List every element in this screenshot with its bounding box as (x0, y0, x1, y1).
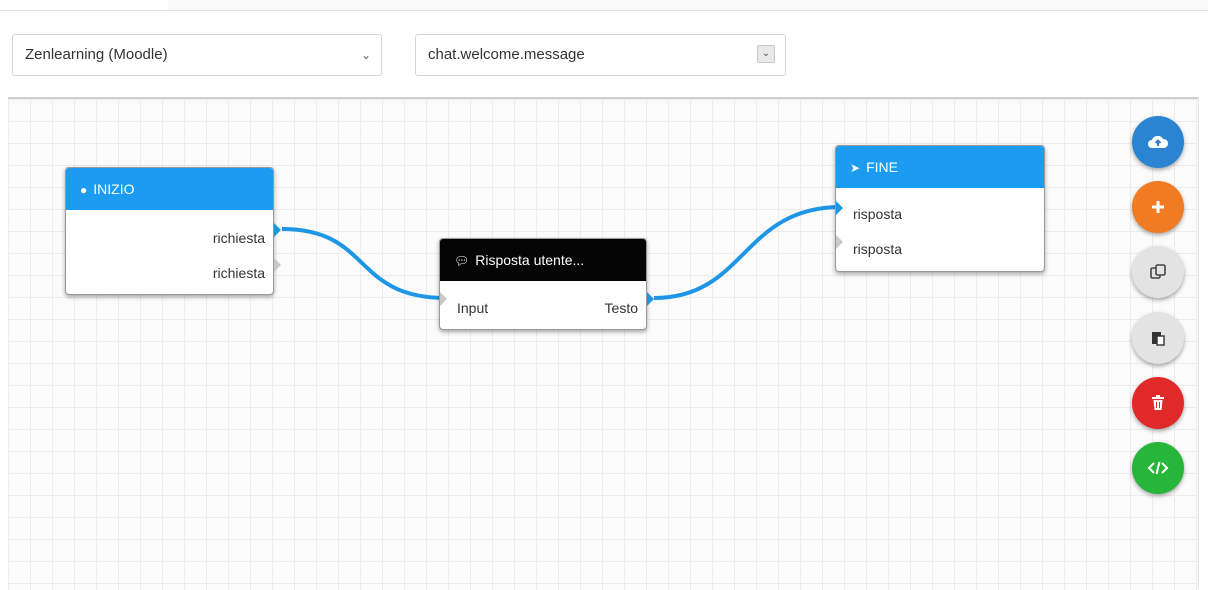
node-end[interactable]: ➤ FINE risposta risposta (835, 145, 1045, 272)
copy-icon (1150, 263, 1166, 279)
chat-bubble-icon: 💬︎ (454, 254, 470, 269)
output-port-connector[interactable] (274, 258, 281, 272)
output-port-label: richiesta (212, 265, 265, 281)
input-port-connector[interactable] (836, 235, 843, 249)
cloud-upload-icon (1148, 135, 1169, 148)
paste-button[interactable] (1132, 312, 1184, 364)
input-port-label: Input (457, 300, 489, 316)
code-icon (1147, 461, 1169, 475)
wire-reply-to-end (653, 205, 842, 300)
output-port-connector[interactable] (274, 223, 281, 237)
input-port-label: risposta (853, 206, 903, 222)
node-end-title: FINE (866, 159, 898, 175)
node-start-title: INIZIO (93, 181, 135, 197)
node-reply-title: Risposta utente... (475, 252, 585, 268)
paper-plane-icon: ➤ (850, 161, 861, 176)
wire-start-to-reply (281, 227, 447, 300)
node-end-header[interactable]: ➤ FINE (836, 146, 1044, 188)
node-start[interactable]: ● INIZIO richiesta richiesta (65, 167, 281, 295)
code-button[interactable] (1132, 442, 1184, 494)
output-port-label: richiesta (212, 230, 265, 246)
node-start-header[interactable]: ● INIZIO (66, 168, 273, 210)
plus-icon (1152, 200, 1164, 213)
node-reply[interactable]: 💬︎ Risposta utente... Input Testo (439, 238, 654, 330)
input-port-connector[interactable] (440, 292, 447, 306)
delete-button[interactable] (1132, 377, 1184, 429)
node-reply-header[interactable]: 💬︎ Risposta utente... (440, 239, 646, 281)
chat-bubble-icon: ● (80, 183, 88, 198)
trash-icon (1152, 394, 1164, 410)
output-port-label: Testo (604, 300, 638, 316)
add-button[interactable] (1132, 181, 1184, 233)
input-port-label: risposta (853, 241, 903, 257)
copy-button[interactable] (1132, 246, 1184, 298)
paste-icon (1152, 331, 1165, 346)
input-port-connector[interactable] (836, 201, 843, 215)
upload-button[interactable] (1132, 116, 1184, 168)
output-port-connector[interactable] (647, 292, 654, 306)
